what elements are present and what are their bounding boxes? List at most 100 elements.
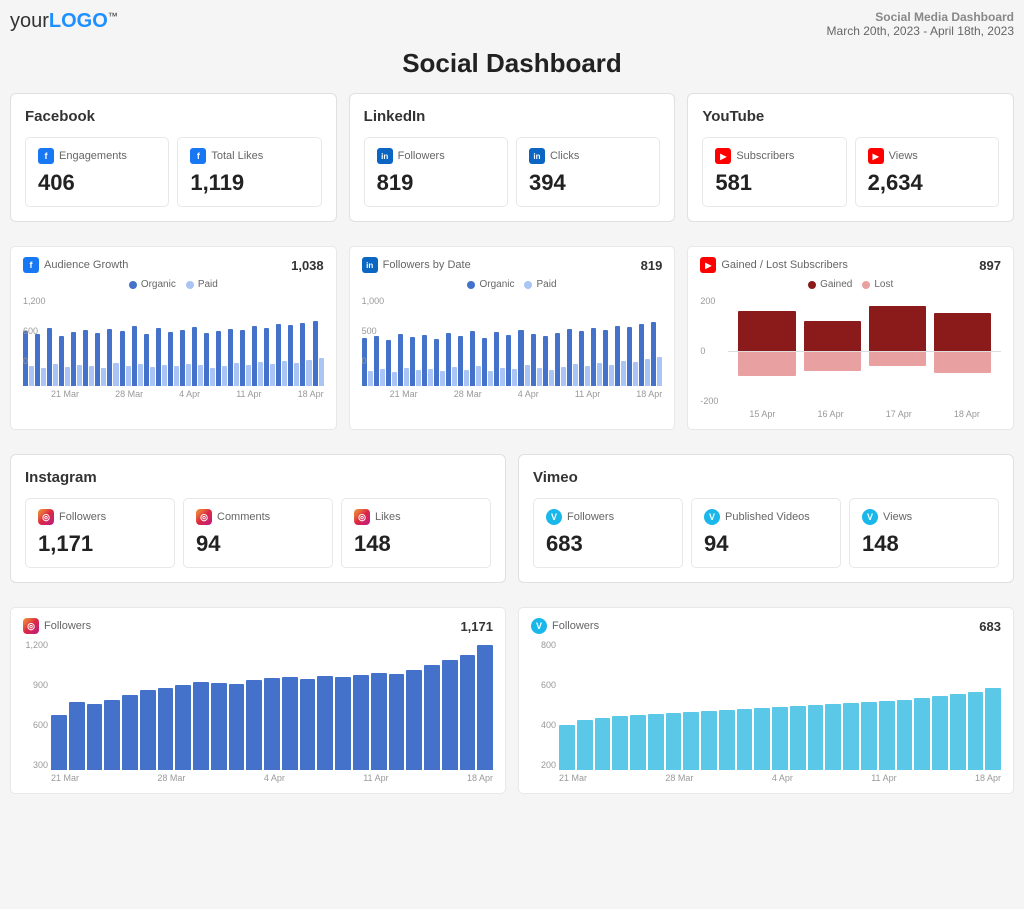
top-section-row: Facebook f Engagements 406 f Total Likes… — [10, 93, 1014, 234]
header-info: Social Media Dashboard March 20th, 2023 … — [827, 10, 1014, 38]
vimeo-published-label: Published Videos — [725, 511, 810, 523]
vimeo-published: V Published Videos 94 — [691, 498, 841, 568]
vimeo-section: Vimeo V Followers 683 V Published Videos… — [518, 454, 1014, 583]
li-bar-chart: 1,0005000 — [362, 296, 663, 399]
yt-x-labels: 15 Apr16 Apr17 Apr18 Apr — [728, 409, 1001, 419]
linkedin-clicks-label: Clicks — [550, 150, 579, 162]
vm-x-labels: 21 Mar28 Mar4 Apr11 Apr18 Apr — [559, 773, 1001, 783]
instagram-followers-value: 1,171 — [38, 531, 162, 557]
total-likes-value: 1,119 — [190, 170, 308, 196]
facebook-chart-card: f Audience Growth 1,038 Organic Paid 1,2… — [10, 246, 337, 430]
linkedin-title: LinkedIn — [364, 108, 661, 125]
vimeo-title: Vimeo — [533, 469, 999, 486]
logo-text: your — [10, 10, 49, 32]
linkedin-stats: in Followers 819 in Clicks 394 — [364, 137, 661, 207]
youtube-icon-2: ▶ — [868, 148, 884, 164]
facebook-title: Facebook — [25, 108, 322, 125]
linkedin-clicks-value: 394 — [529, 170, 647, 196]
instagram-followers: ◎ Followers 1,171 — [25, 498, 175, 568]
youtube-subscribers: ▶ Subscribers 581 — [702, 137, 846, 207]
youtube-views-value: 2,634 — [868, 170, 986, 196]
linkedin-icon: in — [377, 148, 393, 164]
vm-chart-icon: V — [531, 618, 547, 634]
fb-chart-icon: f — [23, 257, 39, 273]
instagram-followers-label: Followers — [59, 511, 106, 523]
instagram-icon: ◎ — [38, 509, 54, 525]
instagram-likes-value: 148 — [354, 531, 478, 557]
instagram-likes: ◎ Likes 148 — [341, 498, 491, 568]
yt-chart-legend: Gained Lost — [700, 279, 1001, 290]
li-chart-total: 819 — [641, 258, 663, 273]
vimeo-icon-3: V — [862, 509, 878, 525]
facebook-section: Facebook f Engagements 406 f Total Likes… — [10, 93, 337, 222]
youtube-stats: ▶ Subscribers 581 ▶ Views 2,634 — [702, 137, 999, 207]
li-y-labels: 1,0005000 — [362, 296, 390, 366]
fb-y-labels: 1,2006000 — [23, 296, 51, 366]
yt-chart-total: 897 — [979, 258, 1001, 273]
instagram-comments-value: 94 — [196, 531, 320, 557]
page-title: Social Dashboard — [10, 48, 1014, 79]
instagram-icon-3: ◎ — [354, 509, 370, 525]
yt-chart-icon: ▶ — [700, 257, 716, 273]
logo-tm: ™ — [108, 11, 118, 22]
vimeo-icon-2: V — [704, 509, 720, 525]
ig-chart-icon: ◎ — [23, 618, 39, 634]
instagram-likes-label: Likes — [375, 511, 401, 523]
vimeo-followers: V Followers 683 — [533, 498, 683, 568]
linkedin-section: LinkedIn in Followers 819 in Clicks 394 — [349, 93, 676, 222]
linkedin-icon-2: in — [529, 148, 545, 164]
vimeo-stats: V Followers 683 V Published Videos 94 V — [533, 498, 999, 568]
ig-bar-chart: 1,200900600300 — [23, 640, 493, 783]
page-header: yourLOGO™ Social Media Dashboard March 2… — [10, 10, 1014, 38]
instagram-section: Instagram ◎ Followers 1,171 ◎ Comments 9… — [10, 454, 506, 583]
engagements-label: Engagements — [59, 150, 127, 162]
instagram-comments: ◎ Comments 94 — [183, 498, 333, 568]
vimeo-icon: V — [546, 509, 562, 525]
instagram-stats: ◎ Followers 1,171 ◎ Comments 94 ◎ Likes — [25, 498, 491, 568]
instagram-icon-2: ◎ — [196, 509, 212, 525]
youtube-section: YouTube ▶ Subscribers 581 ▶ Views 2,634 — [687, 93, 1014, 222]
facebook-icon: f — [38, 148, 54, 164]
youtube-subscribers-value: 581 — [715, 170, 833, 196]
fb-chart-legend: Organic Paid — [23, 279, 324, 290]
facebook-total-likes: f Total Likes 1,119 — [177, 137, 321, 207]
ig-x-labels: 21 Mar28 Mar4 Apr11 Apr18 Apr — [51, 773, 493, 783]
li-chart-header: in Followers by Date 819 — [362, 257, 663, 273]
bottom-section-row: Instagram ◎ Followers 1,171 ◎ Comments 9… — [10, 454, 1014, 595]
li-x-labels: 21 Mar28 Mar4 Apr11 Apr18 Apr — [390, 389, 663, 399]
linkedin-followers-value: 819 — [377, 170, 495, 196]
instagram-title: Instagram — [25, 469, 491, 486]
logo: yourLOGO™ — [10, 10, 118, 33]
vimeo-views-label: Views — [883, 511, 912, 523]
youtube-views: ▶ Views 2,634 — [855, 137, 999, 207]
ig-chart-title: Followers — [44, 620, 91, 632]
li-chart-icon: in — [362, 257, 378, 273]
vimeo-followers-value: 683 — [546, 531, 670, 557]
li-chart-title: Followers by Date — [383, 259, 471, 271]
linkedin-clicks: in Clicks 394 — [516, 137, 660, 207]
youtube-views-label: Views — [889, 150, 918, 162]
vimeo-followers-label: Followers — [567, 511, 614, 523]
vimeo-views: V Views 148 — [849, 498, 999, 568]
ig-chart-header: ◎ Followers 1,171 — [23, 618, 493, 634]
yt-chart-header: ▶ Gained / Lost Subscribers 897 — [700, 257, 1001, 273]
vimeo-published-value: 94 — [704, 531, 828, 557]
logo-blue: LOGO — [49, 10, 108, 32]
facebook-icon-2: f — [190, 148, 206, 164]
middle-chart-row: f Audience Growth 1,038 Organic Paid 1,2… — [10, 246, 1014, 442]
youtube-icon: ▶ — [715, 148, 731, 164]
vm-chart-title: Followers — [552, 620, 599, 632]
instagram-comments-label: Comments — [217, 511, 270, 523]
facebook-stats: f Engagements 406 f Total Likes 1,119 — [25, 137, 322, 207]
fb-x-labels: 21 Mar28 Mar4 Apr11 Apr18 Apr — [51, 389, 324, 399]
bottom-charts-row: ◎ Followers 1,171 1,200900600300 — [10, 607, 1014, 806]
fb-chart-title: Audience Growth — [44, 259, 128, 271]
total-likes-label: Total Likes — [211, 150, 263, 162]
li-chart-legend: Organic Paid — [362, 279, 663, 290]
vimeo-chart-card: V Followers 683 800600400200 — [518, 607, 1014, 794]
fb-chart-header: f Audience Growth 1,038 — [23, 257, 324, 273]
vimeo-views-value: 148 — [862, 531, 986, 557]
ig-chart-total: 1,171 — [460, 619, 493, 634]
date-range: March 20th, 2023 - April 18th, 2023 — [827, 24, 1014, 38]
vm-chart-total: 683 — [979, 619, 1001, 634]
